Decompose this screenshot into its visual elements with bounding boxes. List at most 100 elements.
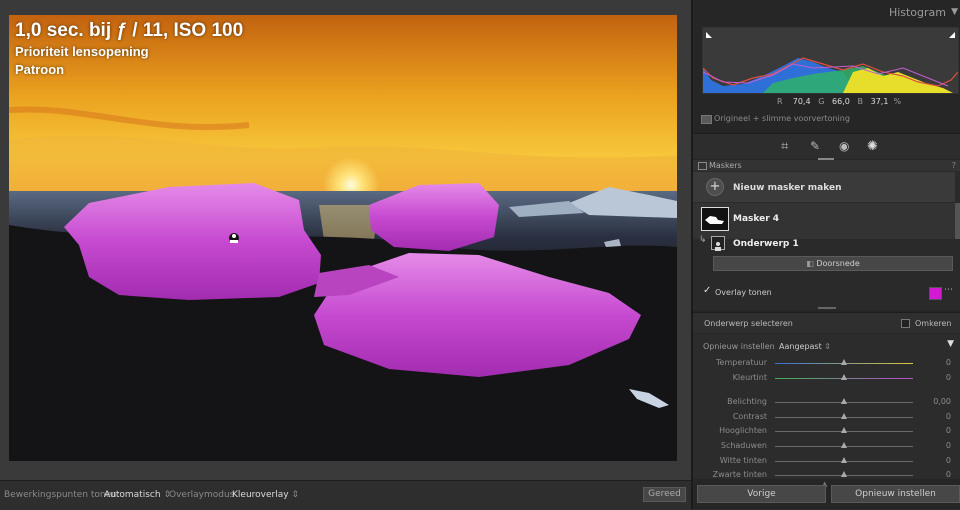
edit-pins-value: Automatisch <box>104 490 161 500</box>
slider-label: Hooglichten <box>719 426 767 435</box>
new-mask-label[interactable]: Nieuw masker maken <box>733 183 842 193</box>
reset-label: Opnieuw instellen <box>703 342 775 351</box>
select-subject-button[interactable]: Onderwerp selecteren <box>704 319 793 328</box>
slider-thumb[interactable] <box>841 359 847 365</box>
overlay-checkbox[interactable]: ✓ <box>703 285 711 296</box>
slider-value[interactable]: 0 <box>946 358 951 367</box>
tool-strip: ⌗ ✎ ◉ ✺ <box>693 133 960 160</box>
overlay-label: Overlay tonen <box>715 288 772 297</box>
overlay-mode-value: Kleuroverlay <box>232 490 289 500</box>
photo-canvas[interactable]: 1,0 sec. bij ƒ / 11, ISO 100 Prioriteit … <box>9 15 677 461</box>
smart-preview-icon <box>701 115 712 124</box>
mask-thumbnail-icon <box>701 207 729 231</box>
b-value: 37,1 <box>870 97 889 106</box>
slider-hooglichten[interactable]: Hooglichten 0 <box>697 424 955 438</box>
slider-label: Temperatuur <box>716 358 767 367</box>
collapse-triangle-icon[interactable]: ▼ <box>951 7 958 17</box>
slider-value[interactable]: 0 <box>946 441 951 450</box>
slider-label: Zwarte tinten <box>712 470 767 479</box>
slider-value[interactable]: 0 <box>946 412 951 421</box>
preset-value: Aangepast <box>779 342 822 351</box>
percent-sign: % <box>893 97 902 106</box>
intersect-button[interactable]: ◧ Doorsnede <box>713 256 953 271</box>
slider-thumb[interactable] <box>841 442 847 448</box>
updown-icon: ⇕ <box>824 342 831 351</box>
overlay-mode-label: Overlaymodus <box>169 490 235 500</box>
slider-temperatuur[interactable]: Temperatuur 0 <box>697 356 955 370</box>
subject-thumbnail-icon <box>711 236 725 251</box>
add-mask-icon[interactable]: + <box>706 178 724 196</box>
updown-icon: ⇕ <box>291 490 299 500</box>
reset-button[interactable]: Opnieuw instellen <box>831 485 960 503</box>
overlay-mode-select[interactable]: Kleuroverlay ⇕ <box>232 490 299 500</box>
adjustments-section: Opnieuw instellen Aangepast ⇕ ▼ Temperat… <box>693 334 960 479</box>
rgb-readout: R 70,4 G 66,0 B 37,1 % <box>777 97 901 106</box>
preview-label: Origineel + slimme voorvertoning <box>714 114 850 123</box>
overlay-color-swatch[interactable] <box>929 287 942 300</box>
masks-title: Maskers <box>709 161 742 170</box>
slider-thumb[interactable] <box>841 374 847 380</box>
edit-pin-icon[interactable] <box>229 233 239 243</box>
subcomponent-arrow-icon: ↳ <box>699 235 707 245</box>
slider-label: Contrast <box>732 412 767 421</box>
bottom-toolbar: Bewerkingspunten tonen: Automatisch ⇕ Ov… <box>0 480 691 510</box>
masking-icon[interactable]: ✺ <box>867 139 878 154</box>
crop-icon[interactable]: ⌗ <box>781 139 788 154</box>
histogram-graph <box>702 27 959 94</box>
develop-panel: Histogram ▼ R 70,4 G 66,0 B 37,1 % Origi… <box>691 0 960 509</box>
masks-panel-icon <box>698 162 707 170</box>
slider-kleurtint[interactable]: Kleurtint 0 <box>697 371 955 385</box>
slider-value[interactable]: 0,00 <box>933 397 951 406</box>
slider-thumb[interactable] <box>841 471 847 477</box>
section-handle[interactable] <box>818 307 836 309</box>
g-label: G <box>818 97 825 106</box>
slider-label: Belichting <box>727 397 767 406</box>
slider-value[interactable]: 0 <box>946 373 951 382</box>
red-eye-icon[interactable]: ◉ <box>839 139 849 153</box>
slider-label: Schaduwen <box>720 441 767 450</box>
invert-checkbox[interactable] <box>901 319 910 328</box>
intersect-icon: ◧ <box>806 259 814 268</box>
r-label: R <box>777 97 783 106</box>
slider-label: Witte tinten <box>719 456 767 465</box>
panel-footer: ▲ Vorige Opnieuw instellen <box>693 480 960 509</box>
exposure-mode-info: Prioriteit lensopening <box>15 44 149 59</box>
component-name[interactable]: Onderwerp 1 <box>733 239 799 249</box>
metering-info: Patroon <box>15 62 65 77</box>
slider-thumb[interactable] <box>841 427 847 433</box>
mask-scrollbar[interactable] <box>955 203 960 239</box>
exposure-info: 1,0 sec. bij ƒ / 11, ISO 100 <box>15 20 244 41</box>
masks-section: Maskers ? + Nieuw masker maken Masker 4 … <box>693 160 960 310</box>
expand-triangle-icon[interactable]: ▼ <box>947 339 954 349</box>
histogram-title[interactable]: Histogram <box>889 6 946 19</box>
edit-pins-select[interactable]: Automatisch ⇕ <box>104 490 171 500</box>
done-button[interactable]: Gereed <box>643 487 686 502</box>
slider-value[interactable]: 0 <box>946 470 951 479</box>
subject-select-row: Onderwerp selecteren Omkeren <box>693 312 960 333</box>
histogram-section: Histogram ▼ R 70,4 G 66,0 B 37,1 % Origi… <box>693 0 960 132</box>
help-icon[interactable]: ? <box>952 161 956 170</box>
photo-image <box>9 15 677 461</box>
g-value: 66,0 <box>832 97 850 106</box>
edit-pins-label: Bewerkingspunten tonen: <box>4 490 120 500</box>
more-options-icon[interactable]: ⋯ <box>944 285 953 295</box>
mask-name[interactable]: Masker 4 <box>733 214 779 224</box>
photo-stage: 1,0 sec. bij ƒ / 11, ISO 100 Prioriteit … <box>0 0 691 510</box>
preset-select[interactable]: Aangepast ⇕ <box>779 342 831 351</box>
slider-contrast[interactable]: Contrast 0 <box>697 410 955 424</box>
slider-belichting[interactable]: Belichting 0,00 <box>697 395 955 409</box>
slider-label: Kleurtint <box>732 373 767 382</box>
intersect-label: Doorsnede <box>816 259 860 268</box>
slider-value[interactable]: 0 <box>946 426 951 435</box>
previous-button[interactable]: Vorige <box>697 485 826 503</box>
slider-thumb[interactable] <box>841 398 847 404</box>
r-value: 70,4 <box>792 97 811 106</box>
slider-thumb[interactable] <box>841 413 847 419</box>
invert-label: Omkeren <box>915 319 952 328</box>
slider-schaduwen[interactable]: Schaduwen 0 <box>697 439 955 453</box>
b-label: B <box>857 97 863 106</box>
slider-thumb[interactable] <box>841 457 847 463</box>
slider-value[interactable]: 0 <box>946 456 951 465</box>
slider-witte-tinten[interactable]: Witte tinten 0 <box>697 454 955 468</box>
healing-icon[interactable]: ✎ <box>810 139 820 153</box>
